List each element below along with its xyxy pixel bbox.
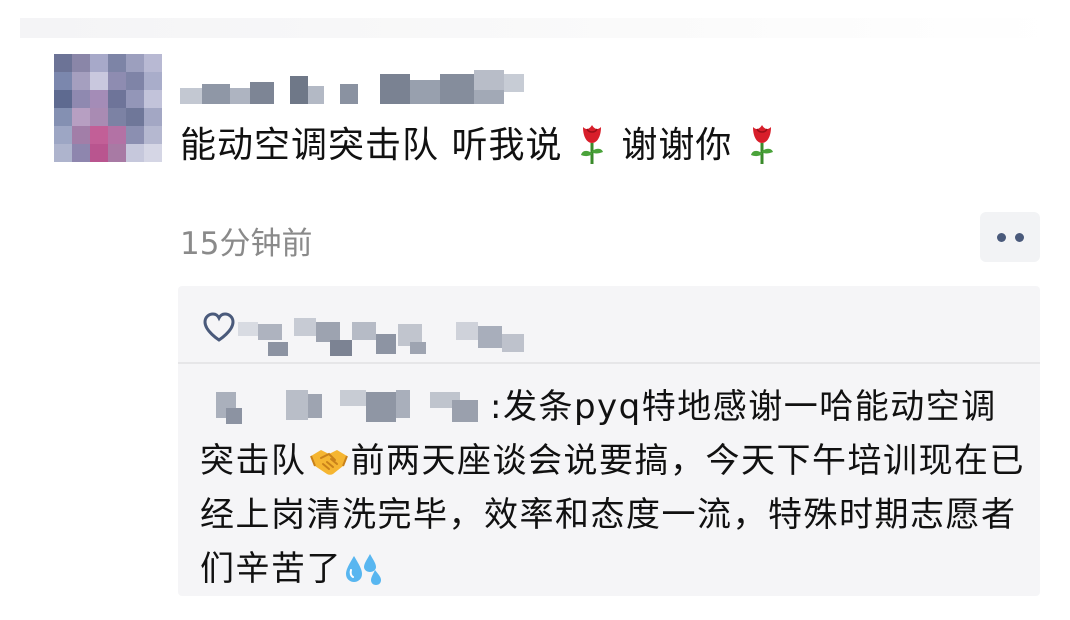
rose-icon xyxy=(580,125,603,164)
commenter-name-blurred[interactable] xyxy=(200,386,490,426)
avatar[interactable] xyxy=(54,54,162,162)
liker-names-blurred[interactable] xyxy=(238,308,658,358)
interaction-panel: :发条pyq特地感谢一哈能动空调突击队 前两天座谈会说要搞，今天下午培训现在已经… xyxy=(178,286,1040,596)
heart-icon xyxy=(203,312,235,342)
likes-row xyxy=(178,286,1040,364)
comment-separator: : xyxy=(490,387,503,427)
post-text-part1: 能动空调突击队 听我说 xyxy=(180,125,563,166)
post-text-part2: 谢谢你 xyxy=(621,125,733,166)
rose-icon xyxy=(750,125,773,164)
handshake-icon xyxy=(309,450,348,475)
sweat-droplets-icon xyxy=(346,554,381,585)
comment-content: :发条pyq特地感谢一哈能动空调突击队 前两天座谈会说要搞，今天下午培训现在已经… xyxy=(200,380,1030,596)
more-button[interactable] xyxy=(980,212,1040,262)
top-divider xyxy=(20,18,1060,38)
post-content: 能动空调突击队 听我说 谢谢你 xyxy=(180,116,779,168)
username-blurred[interactable] xyxy=(180,70,525,106)
more-dots-icon xyxy=(996,232,1006,242)
more-dots-icon xyxy=(1014,232,1024,242)
post-timestamp: 15分钟前 xyxy=(180,226,313,262)
